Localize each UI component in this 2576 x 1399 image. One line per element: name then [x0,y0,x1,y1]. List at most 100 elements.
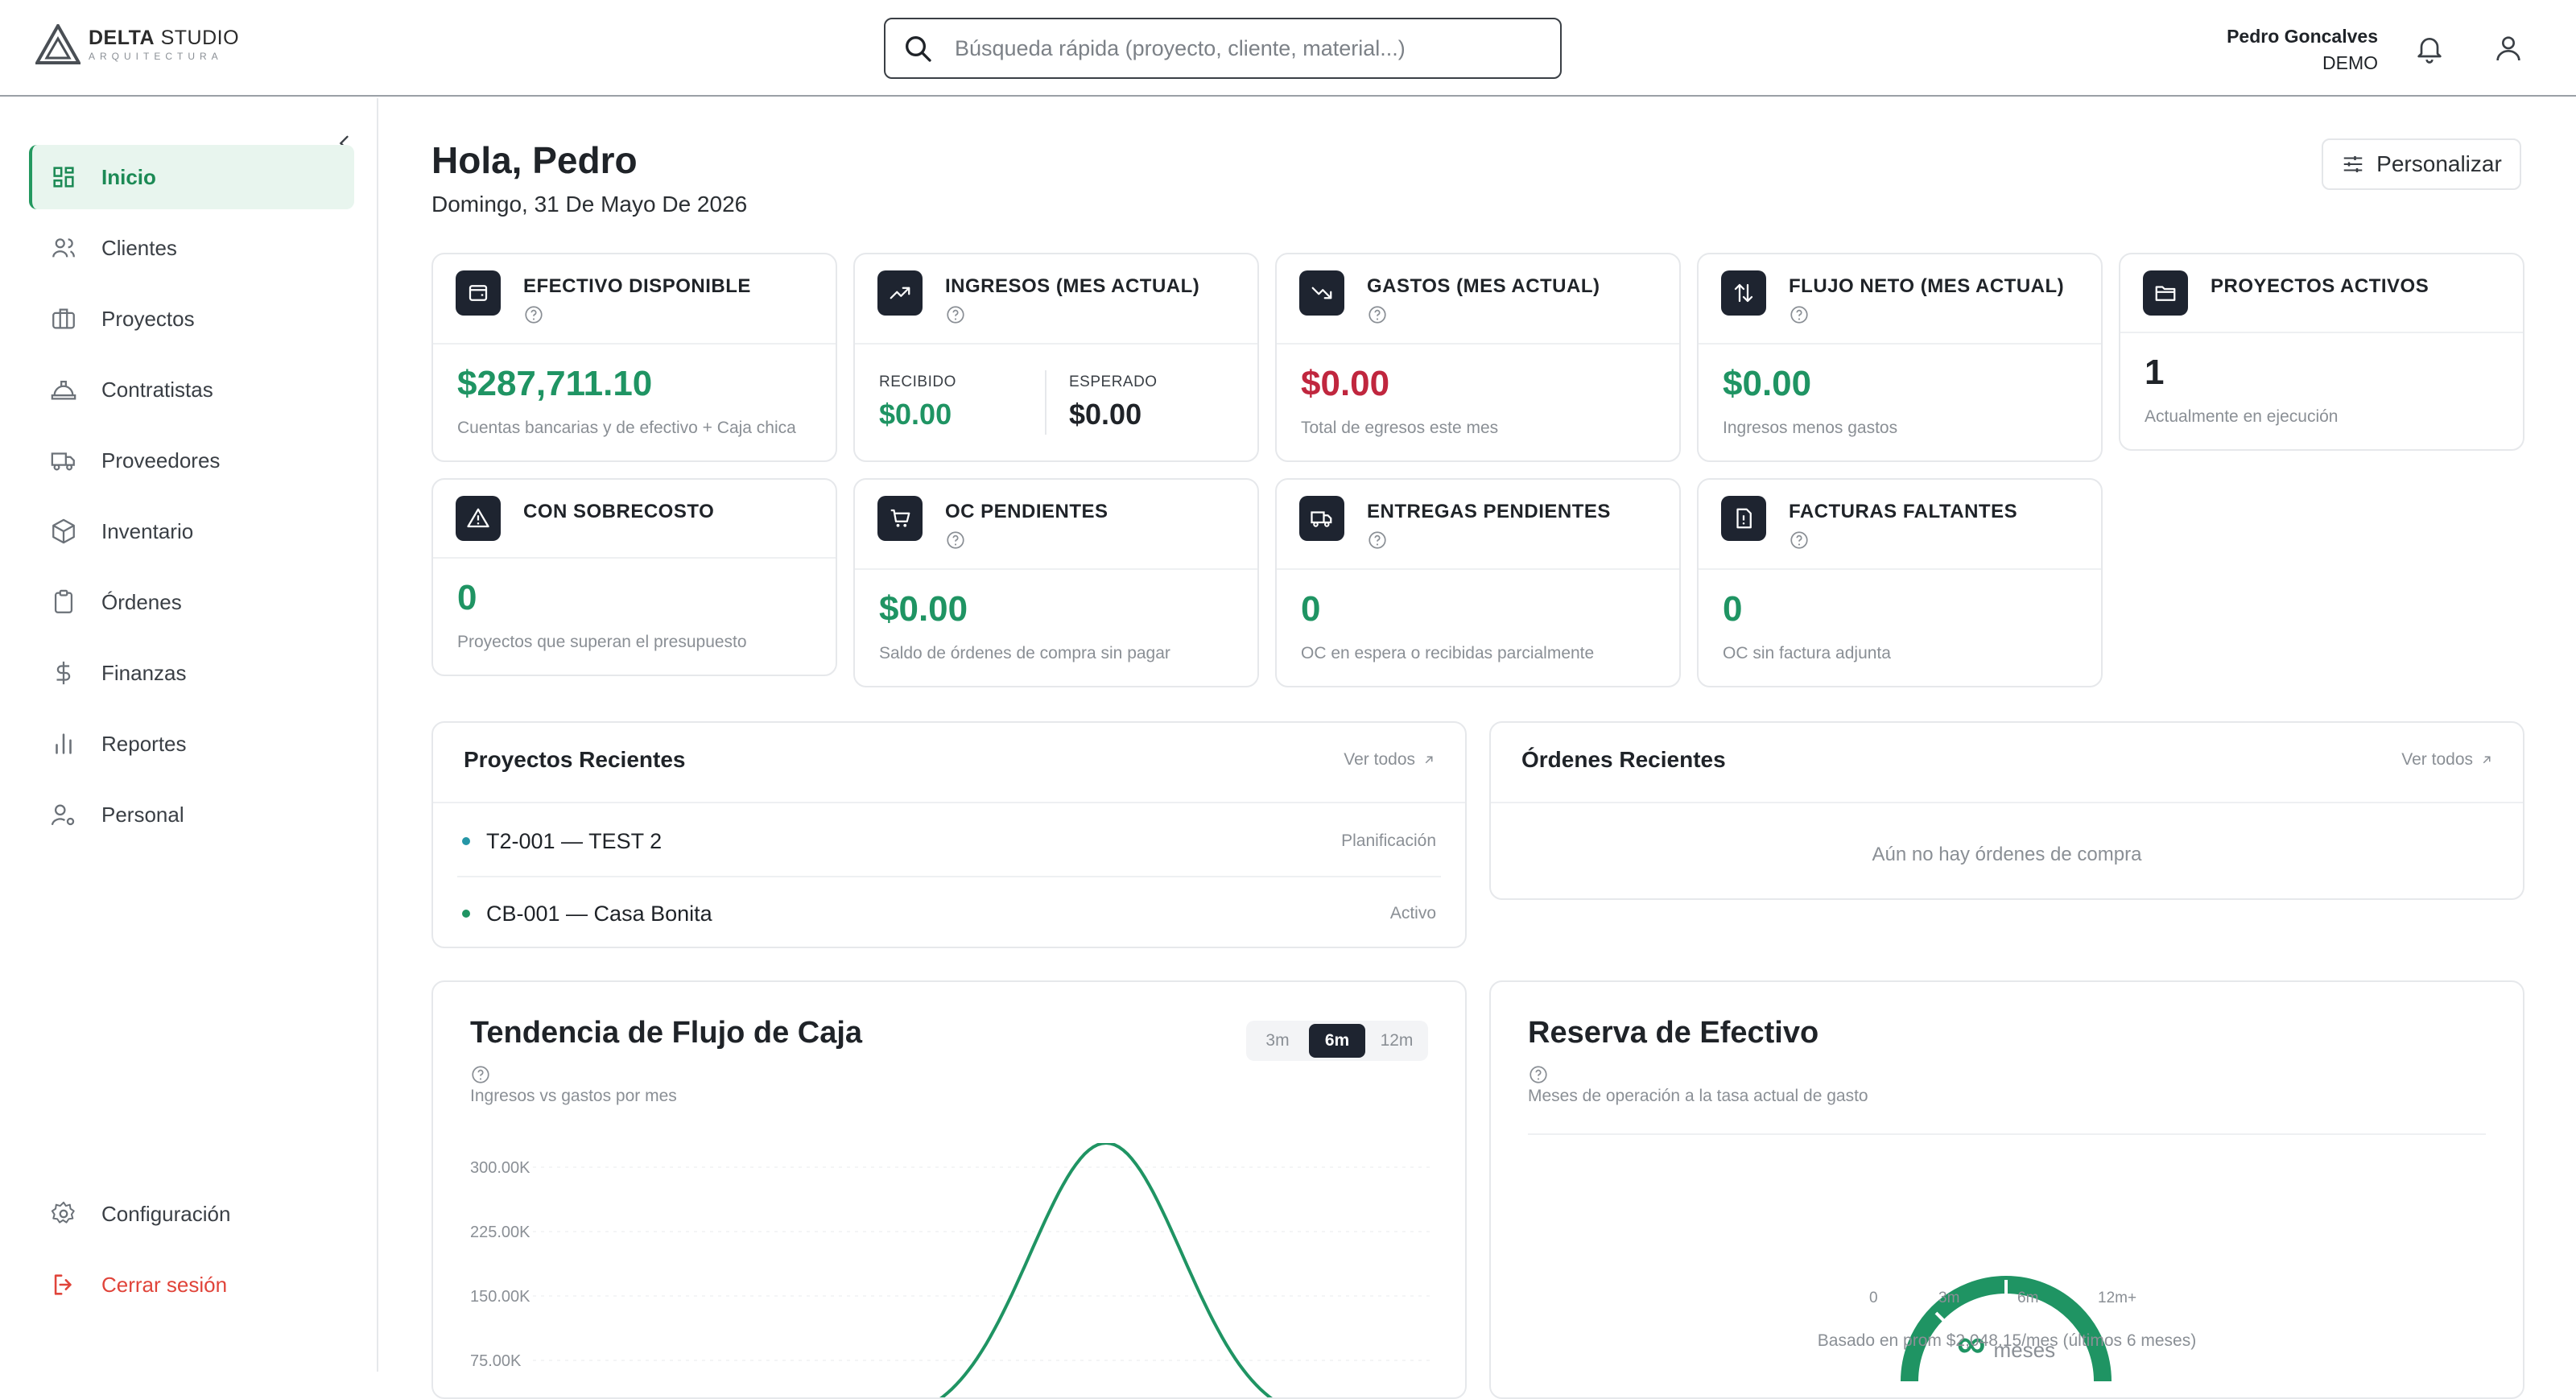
search-box[interactable] [884,18,1562,79]
current-date: Domingo, 31 De Mayo De 2026 [431,192,748,217]
sidebar-item-proyectos[interactable]: Proyectos [29,287,354,351]
help-icon[interactable] [945,530,966,551]
kpi-value: $0.00 [1301,364,1390,403]
customize-button[interactable]: Personalizar [2322,138,2521,190]
help-icon[interactable] [1367,304,1388,325]
briefcase-icon [52,308,75,329]
divider [1045,370,1046,435]
hardhat-icon [51,380,76,400]
kpi-proyectos-card[interactable]: PROYECTOS ACTIVOS 1 Actualmente en ejecu… [2119,253,2524,451]
logout-button[interactable]: Cerrar sesión [29,1252,354,1317]
notifications-bell-icon[interactable] [2413,32,2446,64]
recent-orders-card: Órdenes Recientes Ver todos Aún no hay ó… [1489,721,2524,900]
sidebar-item-label: Inventario [101,518,194,543]
project-name: T2-001 — TEST 2 [486,828,663,853]
user-name: Pedro Goncalves [2227,26,2378,47]
y-tick-label: 300.00K [470,1159,530,1177]
view-all-label: Ver todos [1344,750,1415,769]
help-icon[interactable] [470,1064,491,1085]
folder-icon [2143,270,2188,316]
dollar-icon [56,661,71,685]
kpi-gastos-card[interactable]: GASTOS (MES ACTUAL) $0.00 Total de egres… [1275,253,1681,462]
top-bar: DELTA STUDIO ARQUITECTURA Pedro Goncalve… [0,0,2576,97]
bar-chart-icon [56,733,72,754]
kpi-entregas-card[interactable]: ENTREGAS PENDIENTES 0 OC en espera o rec… [1275,478,1681,687]
page-title: Hola, Pedro [431,139,638,181]
kpi-facturas-card[interactable]: FACTURAS FALTANTES 0 OC sin factura adju… [1697,478,2103,687]
sidebar-item-label: Configuración [101,1201,231,1226]
kpi-title: EFECTIVO DISPONIBLE [523,275,751,297]
help-icon[interactable] [1789,530,1810,551]
app-logo[interactable]: DELTA STUDIO ARQUITECTURA [35,24,239,64]
search-input[interactable] [955,35,1550,61]
cart-icon [877,496,923,541]
range-6m[interactable]: 6m [1309,1024,1365,1058]
kpi-description: Proyectos que superan el presupuesto [457,633,747,651]
view-all-orders-link[interactable]: Ver todos [2401,750,2494,770]
range-12m[interactable]: 12m [1368,1024,1425,1058]
scale-label: 6m [2017,1290,2039,1306]
help-icon[interactable] [1367,530,1388,551]
kpi-oc-card[interactable]: OC PENDIENTES $0.00 Saldo de órdenes de … [853,478,1259,687]
user-info[interactable]: Pedro Goncalves DEMO [2227,26,2378,74]
recibido-label: RECIBIDO [879,373,956,390]
kpi-value: 0 [457,578,477,617]
users-icon [52,238,75,258]
sidebar-item-clientes[interactable]: Clientes [29,216,354,280]
sidebar-item-label: Órdenes [101,589,182,614]
sidebar-bottom: Configuración Cerrar sesión [29,1182,354,1323]
sidebar-item-personal[interactable]: Personal [29,782,354,847]
sidebar-item-label: Reportes [101,731,187,756]
empty-orders-message: Aún no hay órdenes de compra [1872,844,2142,865]
recent-projects-title: Proyectos Recientes [464,747,686,772]
sidebar-item-inventario[interactable]: Inventario [29,499,354,563]
user-profile-icon[interactable] [2492,32,2524,64]
kpi-description: Saldo de órdenes de compra sin pagar [879,644,1170,662]
truck-icon [51,452,75,471]
sidebar-item-inicio[interactable]: Inicio [29,145,354,209]
view-all-projects-link[interactable]: Ver todos [1344,750,1436,770]
sidebar-item-configuracion[interactable]: Configuración [29,1182,354,1246]
kpi-efectivo-card[interactable]: EFECTIVO DISPONIBLE $287,711.10 Cuentas … [431,253,837,462]
sidebar-item-reportes[interactable]: Reportes [29,712,354,776]
kpi-title: PROYECTOS ACTIVOS [2211,275,2429,297]
arrows-up-down-icon [1721,270,1766,316]
sidebar-nav: Inicio Clientes Proyectos Contratistas P… [29,145,354,853]
kpi-title: OC PENDIENTES [945,501,1108,522]
sidebar-item-ordenes[interactable]: Órdenes [29,570,354,634]
kpi-description: OC sin factura adjunta [1723,644,1891,662]
help-icon[interactable] [1528,1064,1549,1085]
kpi-ingresos-card[interactable]: INGRESOS (MES ACTUAL) RECIBIDO $0.00 ESP… [853,253,1259,462]
status-dot [462,837,470,845]
sidebar: Inicio Clientes Proyectos Contratistas P… [0,98,378,1372]
help-icon[interactable] [523,304,544,325]
clipboard-icon [54,589,73,613]
cashflow-title: Tendencia de Flujo de Caja [470,1016,863,1050]
range-3m[interactable]: 3m [1249,1024,1306,1058]
sidebar-item-proveedores[interactable]: Proveedores [29,428,354,493]
sidebar-item-contratistas[interactable]: Contratistas [29,357,354,422]
search-icon [906,36,931,62]
kpi-value: 0 [1723,589,1743,629]
kpi-description: Total de egresos este mes [1301,419,1499,437]
help-icon[interactable] [945,304,966,325]
cashflow-line-chart: 300.00K 225.00K 150.00K 75.00K [470,1143,1431,1397]
kpi-value: 0 [1301,589,1321,629]
project-row[interactable]: CB-001 — Casa Bonita Activo [462,877,1436,950]
help-icon[interactable] [1789,304,1810,325]
delivery-truck-icon [1299,496,1344,541]
sidebar-item-label: Clientes [101,235,177,260]
kpi-description: Ingresos menos gastos [1723,419,1898,437]
project-row[interactable]: T2-001 — TEST 2 Planificación [462,805,1436,877]
sidebar-item-label: Proveedores [101,448,221,473]
cashflow-subtitle: Ingresos vs gastos por mes [470,1087,677,1105]
kpi-sobrecosto-card[interactable]: CON SOBRECOSTO 0 Proyectos que superan e… [431,478,837,676]
kpi-flujo-card[interactable]: FLUJO NETO (MES ACTUAL) $0.00 Ingresos m… [1697,253,2103,462]
view-all-label: Ver todos [2401,750,2473,769]
sidebar-item-label: Finanzas [101,660,187,685]
kpi-title: FLUJO NETO (MES ACTUAL) [1789,275,2065,297]
main-content: Hola, Pedro Domingo, 31 De Mayo De 2026 … [378,98,2576,1399]
kpi-title: FACTURAS FALTANTES [1789,501,2018,522]
sidebar-item-finanzas[interactable]: Finanzas [29,641,354,705]
divider [1528,1133,2486,1135]
